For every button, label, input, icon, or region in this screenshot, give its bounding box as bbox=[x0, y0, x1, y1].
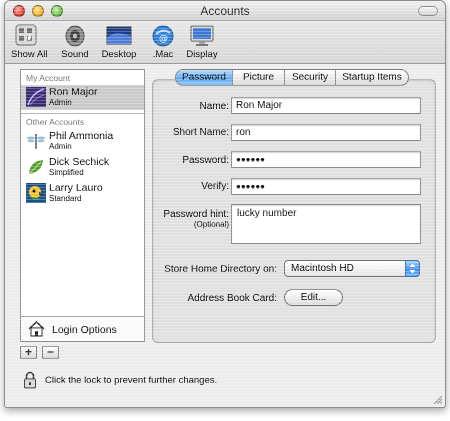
password-hint-label: Password hint: bbox=[163, 209, 229, 220]
password-label: Password: bbox=[182, 155, 229, 166]
lock-status-text: Click the lock to prevent further change… bbox=[45, 375, 218, 386]
toolbar-desktop-label: Desktop bbox=[101, 49, 137, 60]
speaker-icon bbox=[62, 24, 88, 48]
leaf-avatar-icon bbox=[26, 157, 46, 177]
title-bar[interactable]: Accounts bbox=[5, 1, 445, 21]
account-name: Dick Sechick bbox=[49, 156, 110, 168]
account-name: Larry Lauro bbox=[49, 182, 103, 194]
toolbar-sound-button[interactable]: Sound bbox=[60, 24, 90, 62]
account-item-larry-lauro[interactable]: Larry Lauro Standard bbox=[21, 181, 144, 206]
name-field[interactable]: Ron Major bbox=[231, 97, 421, 114]
account-role: Admin bbox=[49, 142, 72, 151]
toolbar-toggle-button[interactable] bbox=[418, 6, 438, 16]
other-accounts-header: Other Accounts bbox=[26, 117, 85, 127]
account-item-dick-sechick[interactable]: Dick Sechick Simplified bbox=[21, 155, 144, 180]
login-options-item[interactable]: Login Options bbox=[21, 316, 144, 341]
toolbar-sound-label: Sound bbox=[61, 49, 89, 60]
account-name: Ron Major bbox=[49, 86, 98, 98]
add-account-button[interactable]: + bbox=[20, 346, 37, 359]
account-name: Phil Ammonia bbox=[49, 130, 114, 142]
toolbar-display-label: Display bbox=[186, 49, 218, 60]
home-directory-popup[interactable]: Macintosh HD bbox=[284, 260, 420, 277]
toolbar: Show All Sound Desktop @ .Mac Display bbox=[5, 22, 445, 64]
show-all-icon bbox=[13, 24, 39, 48]
verify-field[interactable]: ●●●●●● bbox=[231, 178, 421, 195]
toolbar-dotmac-label: .Mac bbox=[152, 49, 174, 60]
toolbar-show-all-button[interactable]: Show All bbox=[11, 24, 48, 62]
verify-label: Verify: bbox=[201, 181, 229, 192]
password-hint-sublabel: (Optional) bbox=[193, 220, 229, 229]
account-role: Standard bbox=[49, 194, 82, 203]
svg-text:@: @ bbox=[159, 34, 168, 44]
account-role: Simplified bbox=[49, 168, 84, 177]
accounts-list: My Account Ron Major Admin Other Account… bbox=[20, 69, 145, 342]
tab-password[interactable]: Password bbox=[176, 70, 233, 85]
my-account-header: My Account bbox=[26, 73, 70, 83]
display-icon bbox=[189, 24, 215, 48]
edit-card-button[interactable]: Edit... bbox=[284, 289, 343, 306]
toolbar-desktop-button[interactable]: Desktop bbox=[100, 24, 138, 62]
avatar-purple-icon bbox=[26, 87, 46, 107]
account-role: Admin bbox=[49, 98, 72, 107]
toolbar-display-button[interactable]: Display bbox=[186, 24, 218, 62]
dotmac-icon: @ bbox=[150, 24, 176, 48]
account-item-ron-major[interactable]: Ron Major Admin bbox=[21, 85, 144, 110]
popup-arrows-icon bbox=[405, 260, 420, 277]
desktop-icon bbox=[106, 24, 132, 48]
tab-bar: Password Picture Security Startup Items bbox=[175, 69, 409, 86]
password-field[interactable]: ●●●●●● bbox=[231, 151, 421, 168]
parrot-avatar-icon bbox=[26, 183, 46, 203]
home-directory-label: Store Home Directory on: bbox=[164, 264, 277, 275]
house-icon bbox=[28, 320, 45, 337]
password-hint-field[interactable]: lucky number bbox=[231, 204, 421, 244]
tab-security[interactable]: Security bbox=[285, 70, 336, 85]
accounts-window: Accounts Show All Sound Desktop @ .Mac D… bbox=[4, 0, 446, 408]
lock-icon[interactable] bbox=[23, 371, 37, 389]
remove-account-button[interactable]: − bbox=[42, 346, 59, 359]
resize-grip-icon[interactable] bbox=[432, 394, 443, 405]
login-options-label: Login Options bbox=[52, 324, 117, 336]
window-title: Accounts bbox=[200, 4, 250, 18]
tab-picture[interactable]: Picture bbox=[233, 70, 285, 85]
short-name-field[interactable]: ron bbox=[231, 124, 421, 141]
account-item-phil-ammonia[interactable]: Phil Ammonia Admin bbox=[21, 129, 144, 154]
name-label: Name: bbox=[199, 101, 229, 112]
dragonfly-avatar-icon bbox=[26, 131, 46, 151]
toolbar-show-all-label: Show All bbox=[11, 49, 48, 60]
address-book-card-label: Address Book Card: bbox=[187, 293, 278, 304]
tab-startup-items[interactable]: Startup Items bbox=[336, 70, 408, 85]
home-directory-value: Macintosh HD bbox=[291, 263, 354, 274]
toolbar-dotmac-button[interactable]: @ .Mac bbox=[148, 24, 178, 62]
short-name-label: Short Name: bbox=[172, 127, 229, 138]
section-divider bbox=[21, 113, 144, 114]
